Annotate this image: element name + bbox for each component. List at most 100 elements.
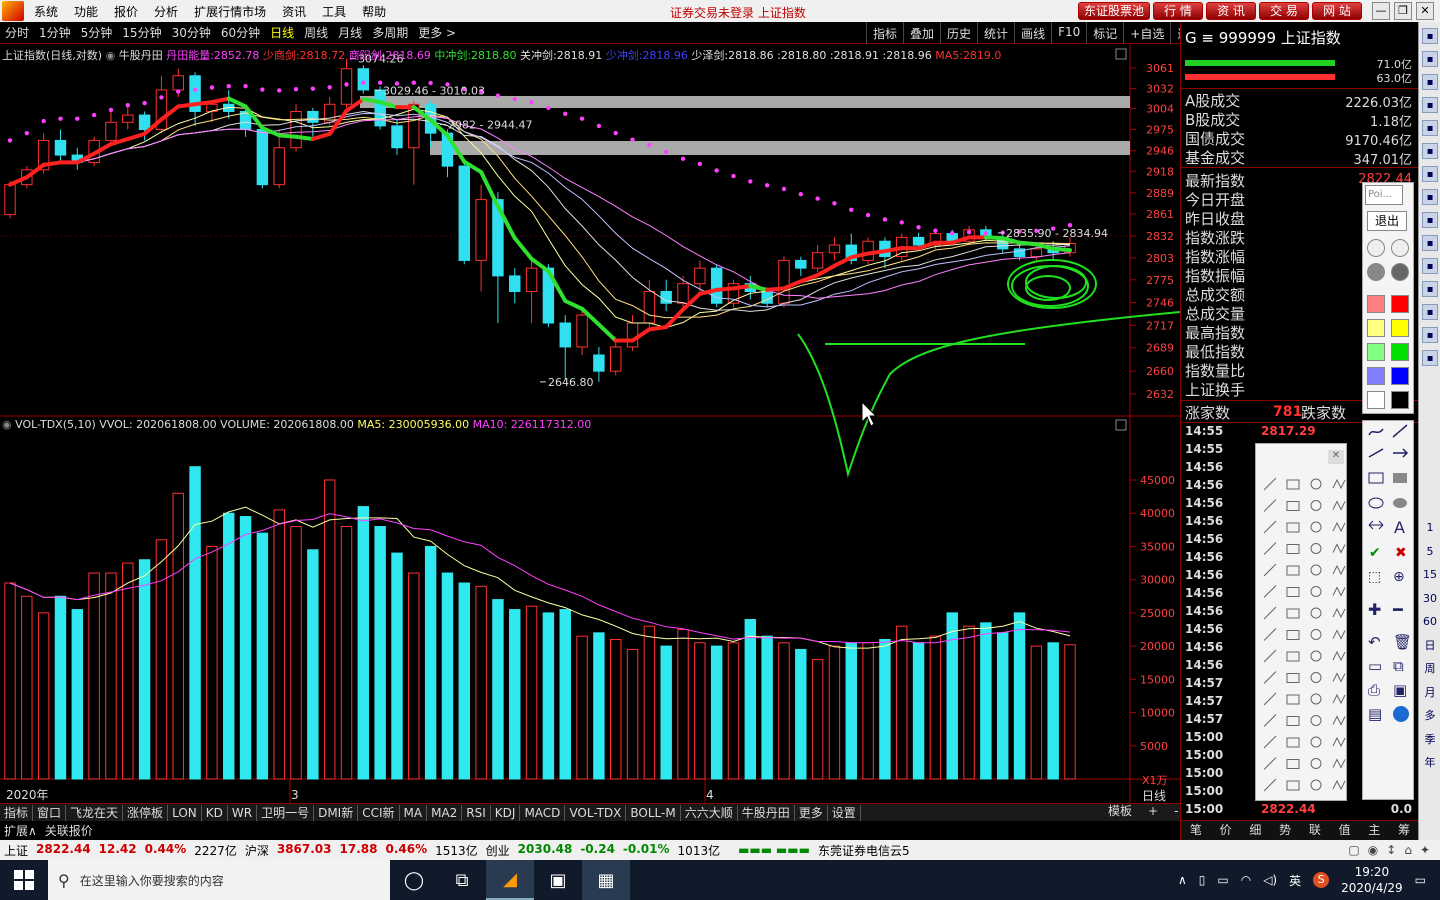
draw-wave-tool[interactable] — [1332, 478, 1346, 490]
draw-wave-tool[interactable] — [1332, 758, 1346, 769]
pen-xlarge-icon[interactable] — [1391, 263, 1409, 281]
battery-icon[interactable]: ▭ — [1217, 873, 1228, 887]
trash-icon[interactable]: 🗑 — [1393, 633, 1412, 651]
filled-rect-icon[interactable] — [1393, 473, 1407, 483]
top-button[interactable]: 东证股票池 — [1078, 2, 1150, 20]
period-shortcut[interactable]: 周 — [1422, 661, 1438, 677]
indicator-tab[interactable]: KDJ — [491, 804, 521, 821]
camera-app-icon[interactable]: ▣ — [534, 860, 582, 900]
color-yellow[interactable] — [1391, 319, 1409, 337]
copy-icon[interactable]: ⧉ — [1393, 657, 1404, 675]
menu-item[interactable]: 功能 — [66, 3, 106, 20]
arrow-right-icon[interactable] — [1393, 448, 1409, 458]
circle-icon[interactable]: ▪ — [1422, 235, 1438, 251]
period-tab[interactable]: 60分钟 — [216, 24, 265, 41]
indicator-tab[interactable]: VOL-TDX — [565, 804, 627, 821]
draw-rect-tool[interactable] — [1286, 737, 1300, 748]
restore-icon[interactable]: ❐ — [1394, 2, 1412, 20]
quote-tab[interactable]: 筹 — [1389, 821, 1419, 840]
draw-line-tool[interactable] — [1263, 606, 1277, 620]
draw-circle-tool[interactable] — [1310, 715, 1322, 726]
draw-rect-tool[interactable] — [1286, 501, 1300, 511]
indicator-tab[interactable]: 更多 — [795, 804, 828, 821]
zoom-icon[interactable]: ⊕ — [1393, 569, 1405, 585]
period-tab[interactable]: 月线 — [333, 24, 367, 41]
pen-medium-icon[interactable] — [1391, 239, 1409, 257]
draw-line-tool[interactable] — [1263, 585, 1277, 598]
indicator-tab[interactable]: MA2 — [427, 804, 463, 821]
draw-rect-tool[interactable] — [1286, 565, 1300, 576]
move-icon[interactable]: ▪ — [1422, 304, 1438, 320]
line-icon[interactable] — [1368, 448, 1384, 458]
draw-line-tool[interactable] — [1263, 499, 1277, 512]
indicator-tab[interactable]: KD — [202, 804, 228, 821]
indicator-menu-icon[interactable]: ◉ — [106, 49, 119, 62]
ellipse-icon[interactable] — [1368, 497, 1384, 509]
draw-line-tool[interactable] — [1263, 649, 1277, 663]
tool-button[interactable]: 统计 — [977, 22, 1014, 44]
trading-app-icon[interactable]: ◢ — [486, 860, 534, 900]
color-white[interactable] — [1367, 391, 1385, 409]
arrow-icon[interactable]: ▪ — [1422, 28, 1438, 44]
top-button[interactable]: 行 情 — [1153, 2, 1203, 20]
period-tab[interactable]: 15分钟 — [117, 24, 166, 41]
filled-ellipse-icon[interactable] — [1393, 498, 1407, 508]
period-shortcut[interactable]: 60 — [1422, 614, 1438, 630]
period-tab[interactable]: 日线 — [265, 24, 299, 41]
indicator-tab[interactable]: 六六大顺 — [681, 804, 738, 821]
indicator-tab[interactable]: CCI新 — [358, 804, 400, 821]
remove-icon[interactable]: ━ — [1392, 600, 1403, 619]
period-shortcut[interactable]: 季 — [1422, 732, 1438, 748]
draw-rect-tool[interactable] — [1286, 759, 1300, 769]
pen-large-icon[interactable] — [1367, 263, 1385, 281]
add-icon[interactable]: ✚ — [1368, 600, 1381, 619]
draw-rect-tool[interactable] — [1286, 479, 1300, 490]
indicator-tab[interactable]: 指标 — [0, 804, 34, 821]
period-shortcut[interactable]: 月 — [1422, 685, 1438, 701]
top-button[interactable]: 网 站 — [1312, 2, 1362, 20]
color-lightgreen[interactable] — [1367, 343, 1385, 361]
draw-rect-tool[interactable] — [1286, 544, 1300, 554]
task-view-icon[interactable]: ◯ — [390, 860, 438, 900]
color-lightblue[interactable] — [1367, 367, 1385, 385]
top-button[interactable]: 资 讯 — [1206, 2, 1256, 20]
draw-circle-tool[interactable] — [1310, 736, 1322, 748]
draw-rect-tool[interactable] — [1286, 780, 1300, 791]
grid-icon[interactable]: ▪ — [1422, 74, 1438, 90]
image-icon[interactable]: ▤ — [1368, 705, 1382, 723]
wifi-icon[interactable]: ◠ — [1241, 873, 1251, 887]
template-button[interactable]: + — [1140, 803, 1166, 819]
brush-icon[interactable] — [1368, 428, 1384, 436]
period-shortcut[interactable]: 日 — [1422, 638, 1438, 654]
period-tab[interactable]: 5分钟 — [76, 24, 118, 41]
draw-wave-tool[interactable] — [1332, 586, 1346, 597]
indicator-tab[interactable]: 卫明一号 — [257, 804, 315, 821]
draw-line-tool[interactable] — [1263, 520, 1277, 534]
taskbar-search[interactable]: ⚲ 在这里输入你要搜索的内容 — [48, 860, 390, 900]
sub-tab[interactable]: 扩展∧ — [0, 822, 41, 839]
volume-menu-icon[interactable]: ◉ — [2, 418, 15, 431]
draw-wave-tool[interactable] — [1332, 650, 1346, 662]
tool-button[interactable]: 画线 — [1014, 22, 1051, 44]
draw-rect-tool[interactable] — [1286, 694, 1300, 705]
period-tab[interactable]: 1分钟 — [34, 24, 76, 41]
draw-circle-tool[interactable] — [1310, 543, 1322, 554]
draw-line-tool[interactable] — [1263, 757, 1277, 770]
confirm-icon[interactable]: ✔ — [1369, 545, 1381, 561]
period-tab[interactable]: 30分钟 — [167, 24, 216, 41]
tool-button[interactable]: F10 — [1051, 22, 1086, 44]
period-shortcut[interactable]: 15 — [1422, 567, 1438, 583]
draw-circle-tool[interactable] — [1310, 650, 1322, 662]
tray-user-icon[interactable]: ◉ — [1368, 843, 1378, 857]
top-button[interactable]: 交 易 — [1259, 2, 1309, 20]
language-indicator[interactable]: 英 — [1289, 872, 1301, 889]
tool-button[interactable]: 历史 — [940, 22, 977, 44]
color-green[interactable] — [1391, 343, 1409, 361]
menu-item[interactable]: 报价 — [106, 3, 146, 20]
draw-circle-tool[interactable] — [1310, 586, 1322, 597]
f10-icon[interactable]: ▪ — [1422, 189, 1438, 205]
tray-tool-icon[interactable]: ✦ — [1420, 843, 1430, 857]
tray-device-icon[interactable]: ▯ — [1199, 873, 1206, 887]
color-lightyellow[interactable] — [1367, 319, 1385, 337]
indicator-tab[interactable]: LON — [168, 804, 202, 821]
